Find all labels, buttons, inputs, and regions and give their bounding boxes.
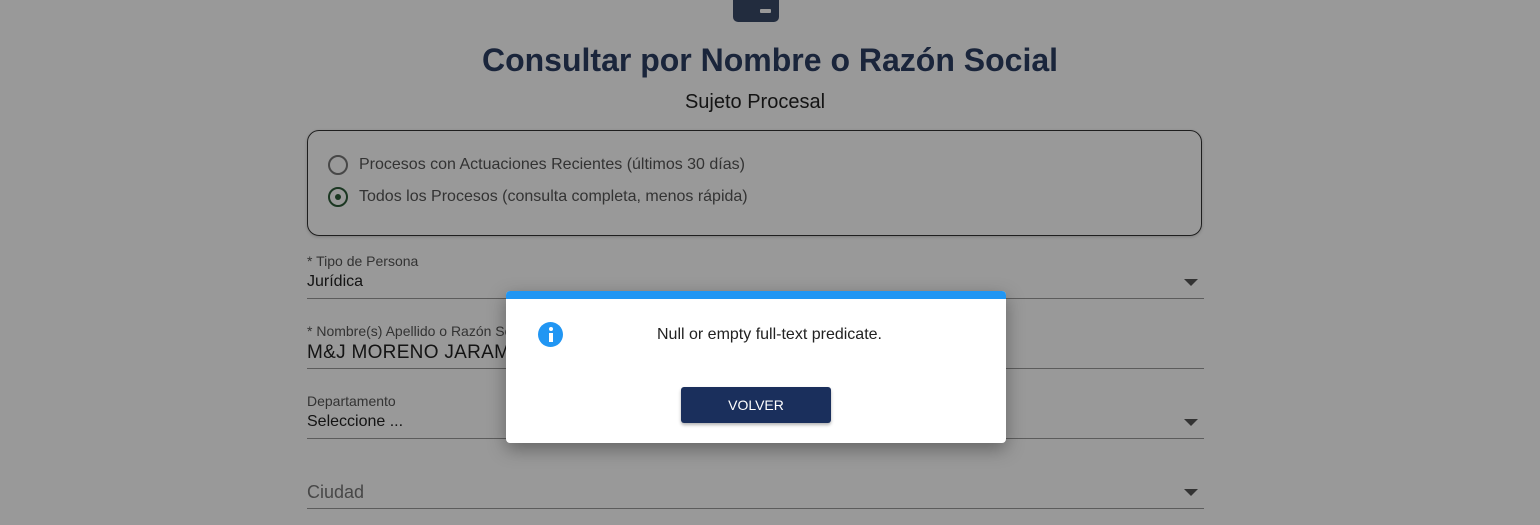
modal-backdrop[interactable] (0, 0, 1540, 525)
page: Consultar por Nombre o Razón Social Suje… (0, 0, 1540, 525)
dialog-accent-bar (506, 291, 1006, 299)
volver-button[interactable]: VOLVER (681, 387, 831, 423)
dialog-message: Null or empty full-text predicate. (657, 326, 882, 343)
alert-dialog: Null or empty full-text predicate. VOLVE… (506, 291, 1006, 443)
info-icon (538, 322, 563, 347)
